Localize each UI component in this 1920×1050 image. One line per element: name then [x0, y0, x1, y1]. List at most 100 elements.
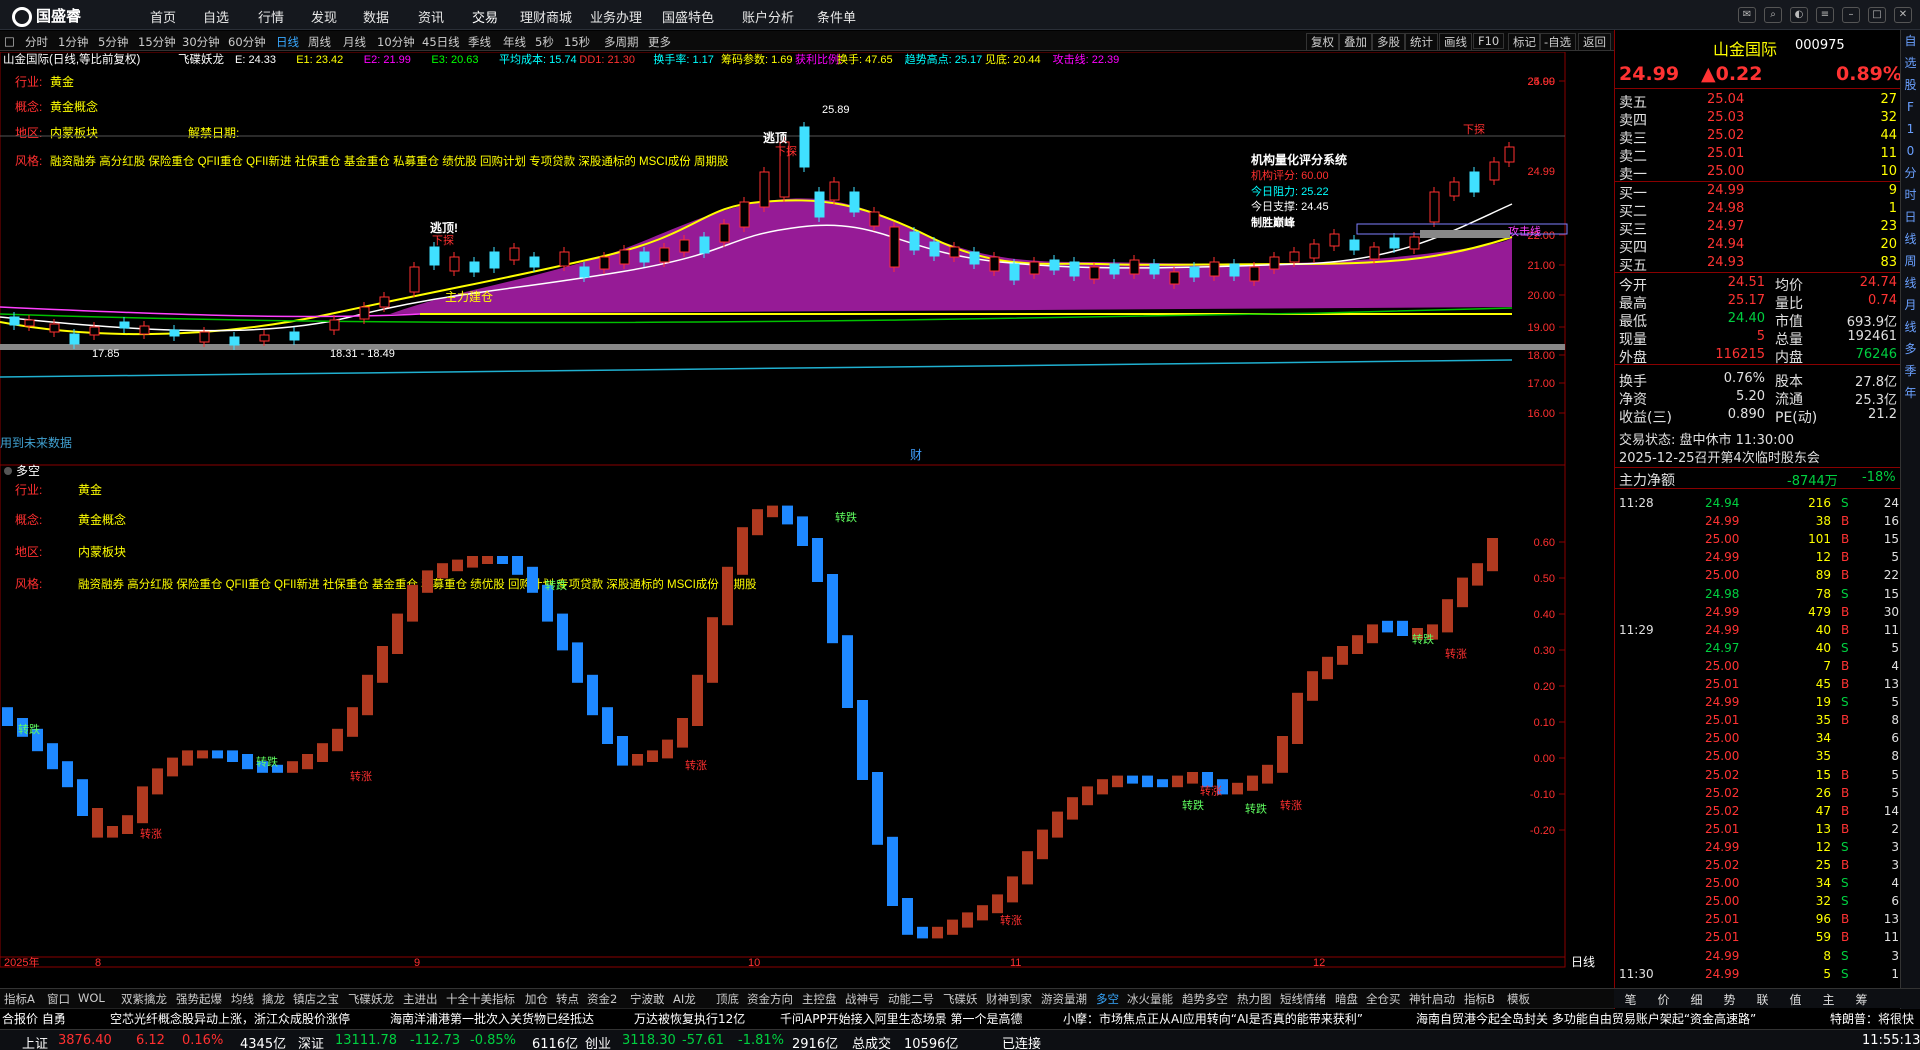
menu-item[interactable]: 行情 — [258, 7, 284, 26]
indicator-tab[interactable]: 强势起爆 — [176, 991, 222, 1007]
indicator-tab[interactable]: 主控盘 — [802, 991, 837, 1007]
period-tab[interactable]: 多周期 — [604, 34, 639, 50]
message-icon[interactable]: ✉ — [1738, 7, 1756, 23]
sidebar-item[interactable]: 日 — [1901, 206, 1920, 228]
period-tab[interactable]: 月线 — [343, 34, 366, 50]
indicator-tab[interactable]: 窗口 — [47, 991, 70, 1007]
indicator-tab[interactable]: 加仓 — [525, 991, 548, 1007]
sidebar-item[interactable]: 时 — [1901, 184, 1920, 206]
indicator-tab[interactable]: 飞碟妖龙 — [348, 991, 394, 1007]
sidebar-item[interactable]: 多 — [1901, 338, 1920, 360]
sidebar-item[interactable]: 线 — [1901, 316, 1920, 338]
menu-item[interactable]: 发现 — [311, 7, 337, 26]
sidebar-item[interactable]: 周 — [1901, 250, 1920, 272]
sidebar-item[interactable]: 自 — [1901, 30, 1920, 52]
indicator-tab[interactable]: 全仓买 — [1366, 991, 1401, 1007]
news-item[interactable]: 合报价 自勇 — [2, 1010, 66, 1027]
sidebar-item[interactable]: 选 — [1901, 52, 1920, 74]
indicator-tab[interactable]: 顶底 — [716, 991, 739, 1007]
sidebar-item[interactable]: 年 — [1901, 382, 1920, 404]
period-tab[interactable]: 年线 — [503, 34, 526, 50]
quote-panel-tab[interactable]: 价 — [1647, 991, 1680, 1008]
indicator-tab[interactable]: 宁波敢 — [630, 991, 665, 1007]
toolbar-button[interactable]: 标记 — [1508, 33, 1541, 51]
period-tab[interactable]: 15秒 — [564, 34, 590, 50]
sidebar-item[interactable]: F — [1901, 96, 1920, 118]
quote-panel-tab[interactable]: 势 — [1713, 991, 1746, 1008]
quote-panel-tab[interactable]: 笔 — [1614, 991, 1647, 1008]
menu-item[interactable]: 理财商城 — [520, 7, 572, 26]
indicator-tab[interactable]: 主进出 — [403, 991, 438, 1007]
indicator-tab[interactable]: 飞碟妖 — [943, 991, 978, 1007]
indicator-tab[interactable]: WOL — [78, 991, 105, 1005]
quote-panel-tab[interactable]: 筹 — [1845, 991, 1878, 1008]
news-item[interactable]: 千问APP开始接入阿里生态场景 第一个是高德 — [780, 1010, 1023, 1027]
indicator-tab[interactable]: 财神到家 — [986, 991, 1032, 1007]
sidebar-item[interactable]: 线 — [1901, 272, 1920, 294]
indicator-tab[interactable]: 镇店之宝 — [293, 991, 339, 1007]
indicator-tab[interactable]: 擒龙 — [262, 991, 285, 1007]
menu-item[interactable]: 首页 — [150, 7, 176, 26]
menu-item[interactable]: 国盛特色 — [662, 7, 714, 26]
layout-icon[interactable]: □ — [4, 34, 15, 48]
indicator-tab[interactable]: 十全十美指标 — [446, 991, 515, 1007]
menu-item[interactable]: 资讯 — [418, 7, 444, 26]
indicator-tab[interactable]: 神针启动 — [1409, 991, 1455, 1007]
menu-item[interactable]: 条件单 — [817, 7, 856, 26]
indicator-tab[interactable]: 动能二号 — [888, 991, 934, 1007]
toolbar-button[interactable]: 统计 — [1405, 33, 1438, 51]
indicator-tab[interactable]: 热力图 — [1237, 991, 1272, 1007]
news-item[interactable]: 海南自贸港今起全岛封关 多功能自由贸易账户架起“资金高速路” — [1416, 1010, 1756, 1027]
sidebar-item[interactable]: 0 — [1901, 140, 1920, 162]
toolbar-button[interactable]: 多股 — [1372, 33, 1405, 51]
news-item[interactable]: 特朗普：将很快 — [1830, 1010, 1914, 1027]
period-tab[interactable]: 60分钟 — [228, 34, 266, 50]
sidebar-item[interactable]: 月 — [1901, 294, 1920, 316]
quote-panel-tab[interactable]: 细 — [1680, 991, 1713, 1008]
indicator-tab[interactable]: 双紫擒龙 — [121, 991, 167, 1007]
sidebar-item[interactable]: 季 — [1901, 360, 1920, 382]
indicator-tab[interactable]: 指标A — [4, 991, 35, 1007]
quote-panel-tab[interactable]: 主 — [1812, 991, 1845, 1008]
toolbar-button[interactable]: F10 — [1473, 33, 1505, 49]
indicator-tab[interactable]: 战神号 — [845, 991, 880, 1007]
indicator-tab[interactable]: 指标B — [1464, 991, 1495, 1007]
period-tab[interactable]: 日线 — [276, 34, 299, 50]
indicator-tab[interactable]: 短线情绪 — [1280, 991, 1326, 1007]
minimize-icon[interactable]: – — [1842, 7, 1860, 23]
toolbar-button[interactable]: 返回 — [1578, 33, 1611, 51]
search-icon[interactable]: ⌕ — [1764, 7, 1782, 23]
indicator-tab[interactable]: 冰火量能 — [1127, 991, 1173, 1007]
indicator-tab[interactable]: 游资量潮 — [1041, 991, 1087, 1007]
skin-icon[interactable]: ◐ — [1790, 7, 1808, 23]
panel-toggle-icon[interactable] — [4, 467, 12, 475]
period-tab[interactable]: 季线 — [468, 34, 491, 50]
menu-item[interactable]: 交易 — [472, 7, 498, 26]
period-tab[interactable]: 10分钟 — [377, 34, 415, 50]
period-tab[interactable]: 周线 — [308, 34, 331, 50]
menu-item[interactable]: 账户分析 — [742, 7, 794, 26]
maximize-icon[interactable]: □ — [1868, 7, 1886, 23]
indicator-tab[interactable]: 资金2 — [587, 991, 617, 1007]
menu-item[interactable]: 业务办理 — [590, 7, 642, 26]
period-tab[interactable]: 15分钟 — [138, 34, 176, 50]
indicator-tab[interactable]: 均线 — [231, 991, 254, 1007]
indicator-tab[interactable]: 转点 — [556, 991, 579, 1007]
toolbar-button[interactable]: 画线 — [1439, 33, 1472, 51]
news-item[interactable]: 万达被恢复执行12亿 — [634, 1010, 745, 1027]
news-item[interactable]: 小摩：市场焦点正从AI应用转向“AI是否真的能带来获利” — [1063, 1010, 1363, 1027]
period-tab[interactable]: 5分钟 — [98, 34, 128, 50]
news-item[interactable]: 海南洋浦港第一批次入关货物已经抵达 — [390, 1010, 594, 1027]
quote-panel-tab[interactable]: 联 — [1746, 991, 1779, 1008]
indicator-tab[interactable]: 模板 — [1507, 991, 1530, 1007]
menu-icon[interactable]: ≡ — [1816, 7, 1834, 23]
toolbar-button[interactable]: 叠加 — [1339, 33, 1372, 51]
sidebar-item[interactable]: 分 — [1901, 162, 1920, 184]
menu-item[interactable]: 自选 — [203, 7, 229, 26]
period-tab[interactable]: 30分钟 — [182, 34, 220, 50]
indicator-tab[interactable]: 暗盘 — [1335, 991, 1358, 1007]
indicator-tab[interactable]: 资金方向 — [747, 991, 793, 1007]
news-item[interactable]: 空芯光纤概念股异动上涨，浙江众成股价涨停 — [110, 1010, 350, 1027]
sidebar-item[interactable]: 线 — [1901, 228, 1920, 250]
kline-chart[interactable]: 山金国际(日线,等比前复权) 飞碟妖龙 E: 24.33 E1: 23.42 E2: 2… — [0, 52, 1614, 988]
